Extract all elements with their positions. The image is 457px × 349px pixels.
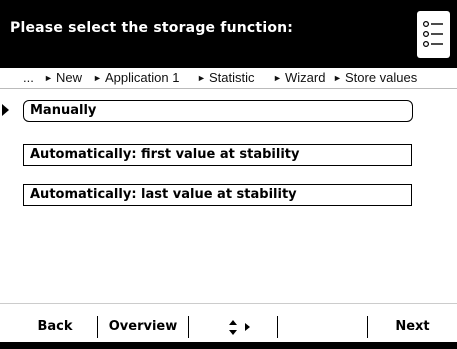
breadcrumb-separator-icon: ► <box>333 73 342 83</box>
options-panel: Manually Automatically: first value at s… <box>0 89 457 303</box>
overview-button[interactable]: Overview <box>98 304 188 342</box>
breadcrumb-item-statistic[interactable]: Statistic <box>209 70 255 85</box>
navigate-button[interactable] <box>189 304 277 342</box>
back-button[interactable]: Back <box>20 304 90 342</box>
breadcrumb-item-wizard[interactable]: Wizard <box>285 70 325 85</box>
breadcrumb-item-new[interactable]: New <box>56 70 82 85</box>
softkey-bar: Back Overview Next <box>0 303 457 342</box>
option-label: Manually <box>30 103 97 118</box>
breadcrumb: ... ► New ► Application 1 ► Statistic ► … <box>0 68 457 89</box>
empty-softkey[interactable] <box>278 304 366 342</box>
option-label: Automatically: last value at stability <box>30 187 297 202</box>
breadcrumb-separator-icon: ► <box>44 73 53 83</box>
up-down-arrows-icon <box>229 320 237 335</box>
option-label: Automatically: first value at stability <box>30 147 300 162</box>
page-title: Please select the storage function: <box>10 20 294 36</box>
header-bar: Please select the storage function: <box>0 0 457 68</box>
breadcrumb-ellipsis: ... <box>23 70 34 85</box>
selection-cursor-icon <box>2 104 9 116</box>
breadcrumb-item-store-values[interactable]: Store values <box>345 70 417 85</box>
list-options-icon[interactable] <box>417 11 450 58</box>
breadcrumb-separator-icon: ► <box>197 73 206 83</box>
option-auto-first-value[interactable]: Automatically: first value at stability <box>23 144 412 166</box>
next-button[interactable]: Next <box>368 304 457 342</box>
right-arrow-icon <box>245 323 250 331</box>
breadcrumb-item-application[interactable]: Application 1 <box>105 70 179 85</box>
option-auto-last-value[interactable]: Automatically: last value at stability <box>23 184 412 206</box>
breadcrumb-separator-icon: ► <box>273 73 282 83</box>
option-manually[interactable]: Manually <box>23 100 413 122</box>
breadcrumb-separator-icon: ► <box>93 73 102 83</box>
